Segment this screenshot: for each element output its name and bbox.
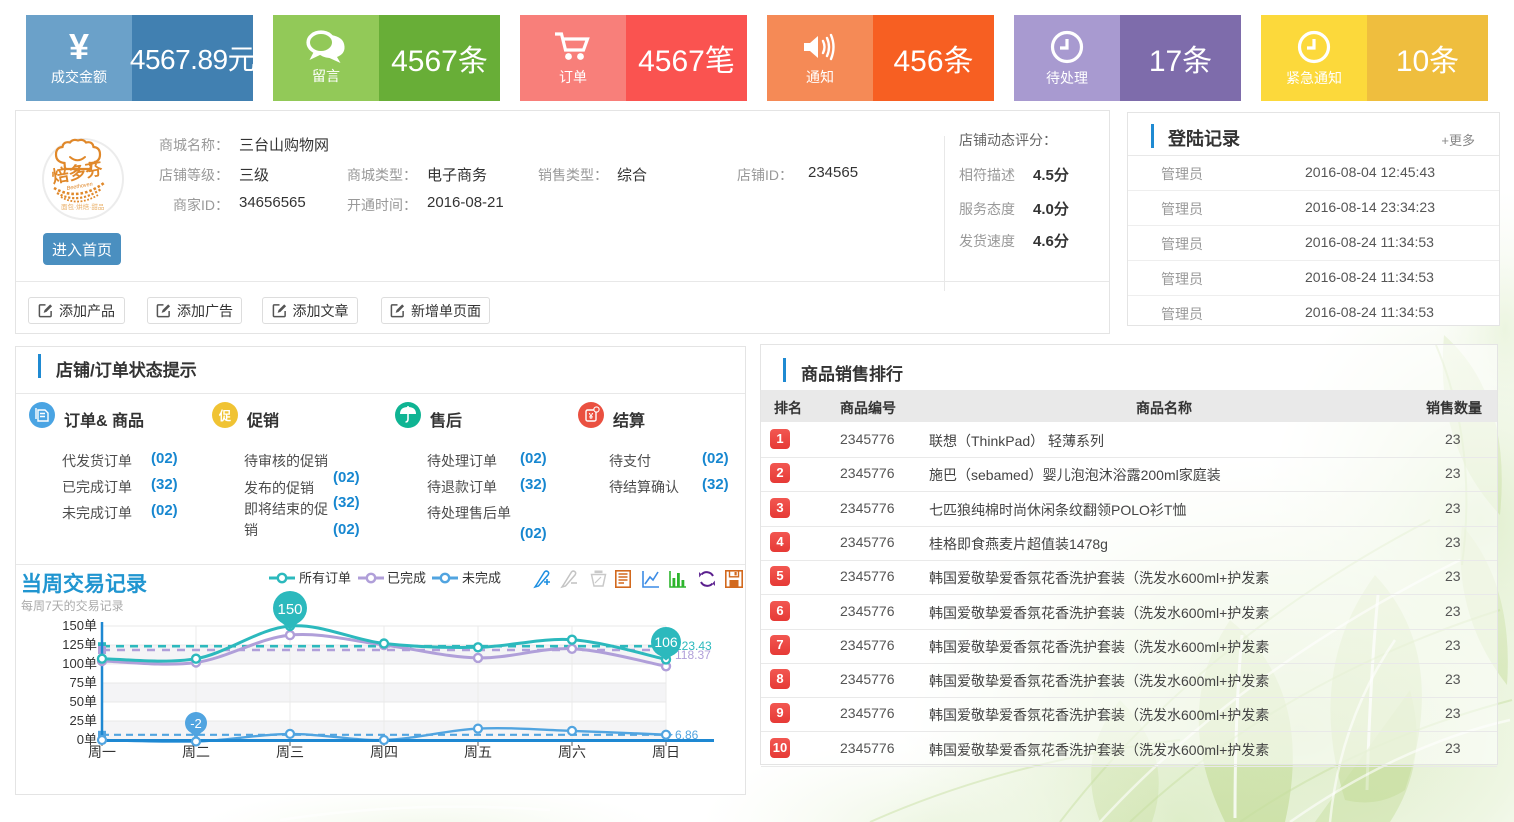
- svg-text:周一: 周一: [88, 744, 116, 760]
- svg-text:150单: 150单: [62, 618, 97, 633]
- svg-text:周三: 周三: [276, 744, 304, 760]
- svg-text:周六: 周六: [558, 744, 586, 760]
- svg-text:周日: 周日: [652, 744, 680, 760]
- svg-text:118.37: 118.37: [675, 648, 711, 662]
- svg-text:25单: 25单: [70, 713, 97, 728]
- svg-text:所有订单: 所有订单: [299, 571, 351, 586]
- svg-text:已完成: 已完成: [387, 571, 426, 586]
- svg-text:促: 促: [218, 408, 232, 423]
- svg-text:100单: 100单: [62, 656, 97, 671]
- svg-text:50单: 50单: [70, 694, 97, 709]
- svg-text:未完成: 未完成: [462, 571, 501, 586]
- svg-text:125单: 125单: [62, 637, 97, 652]
- svg-text:-2: -2: [190, 716, 202, 731]
- svg-text:¥: ¥: [589, 412, 594, 421]
- svg-text:106: 106: [654, 634, 678, 650]
- svg-text:周五: 周五: [464, 744, 492, 760]
- svg-text:面包·烘焙·甜品: 面包·烘焙·甜品: [61, 202, 104, 211]
- svg-text:150: 150: [277, 601, 302, 618]
- svg-text:周四: 周四: [370, 744, 398, 760]
- svg-text:75单: 75单: [70, 675, 97, 690]
